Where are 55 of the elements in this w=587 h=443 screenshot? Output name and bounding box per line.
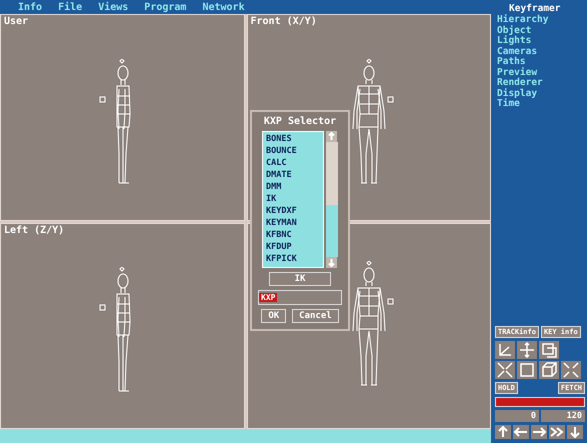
selection-button[interactable]: IK (269, 272, 331, 286)
arrow-fast-forward-icon[interactable] (549, 425, 565, 439)
dialog-title: KXP Selector (264, 116, 336, 127)
sidebar-item[interactable]: Time (497, 99, 587, 110)
viewport-label: User (3, 15, 30, 28)
list-item[interactable]: KFBNC (266, 230, 320, 241)
scroll-up-icon[interactable] (326, 131, 337, 142)
list-item[interactable]: BONES (266, 134, 320, 145)
list-item[interactable]: DMATE (266, 170, 320, 181)
sidebar-item[interactable]: Cameras (497, 46, 587, 57)
list-item[interactable]: CALC (266, 158, 320, 169)
panel-title: Keyframer (509, 3, 562, 14)
axis-icon[interactable] (495, 341, 515, 359)
scroll-thumb[interactable] (326, 142, 338, 206)
frame-bar[interactable] (495, 397, 585, 407)
name-field[interactable]: KXP (258, 290, 342, 305)
list-item[interactable]: KFPICK (266, 254, 320, 265)
scrollbar[interactable] (326, 131, 338, 268)
scale-box-icon[interactable] (539, 341, 559, 359)
expand-icon[interactable] (561, 361, 581, 379)
shrink-icon[interactable] (495, 361, 515, 379)
move-icon[interactable] (517, 341, 537, 359)
sidebar-item[interactable]: Paths (497, 57, 587, 68)
list-item[interactable]: KEYDXF (266, 206, 320, 217)
dialog-button[interactable]: Cancel (292, 309, 339, 323)
square-icon[interactable] (517, 361, 537, 379)
cube-icon[interactable] (539, 361, 559, 379)
viewport-label: Front (X/Y) (250, 15, 318, 28)
viewport[interactable]: User (0, 14, 244, 220)
viewport-label: Left (Z/Y) (3, 224, 66, 236)
sidebar-item[interactable]: Display (497, 88, 587, 99)
menu-item[interactable]: Program (144, 2, 186, 12)
arrow-up-icon[interactable] (495, 425, 511, 439)
list-item[interactable]: IK (266, 194, 320, 205)
arrow-down-icon[interactable] (567, 425, 583, 439)
list-item[interactable]: BOUNCE (266, 146, 320, 157)
list-item[interactable]: KEYMAN (266, 218, 320, 229)
arrow-left-icon[interactable] (513, 425, 529, 439)
menu-item[interactable]: Views (98, 2, 128, 12)
menu-item[interactable]: Network (202, 2, 245, 12)
sidebar-item[interactable]: Lights (497, 36, 587, 46)
scroll-down-icon[interactable] (326, 257, 337, 268)
sidebar-item[interactable]: Preview (497, 68, 587, 78)
start-frame-field[interactable]: 0 (495, 410, 539, 422)
arrow-right-icon[interactable] (531, 425, 547, 439)
list-item[interactable]: DMM (266, 182, 320, 193)
sidebar-item[interactable]: Object (497, 26, 587, 36)
menu-item[interactable]: Info (18, 2, 42, 12)
sidebar-item[interactable]: Hierarchy (497, 15, 587, 26)
list-item[interactable]: KFDUP (266, 242, 320, 253)
end-frame-field[interactable]: 120 (541, 410, 585, 422)
sidebar-item[interactable]: Renderer (497, 78, 587, 88)
dialog-button[interactable]: OK (261, 309, 286, 323)
menu-item[interactable]: File (58, 2, 82, 12)
viewport[interactable]: Left (Z/Y) (0, 222, 244, 429)
